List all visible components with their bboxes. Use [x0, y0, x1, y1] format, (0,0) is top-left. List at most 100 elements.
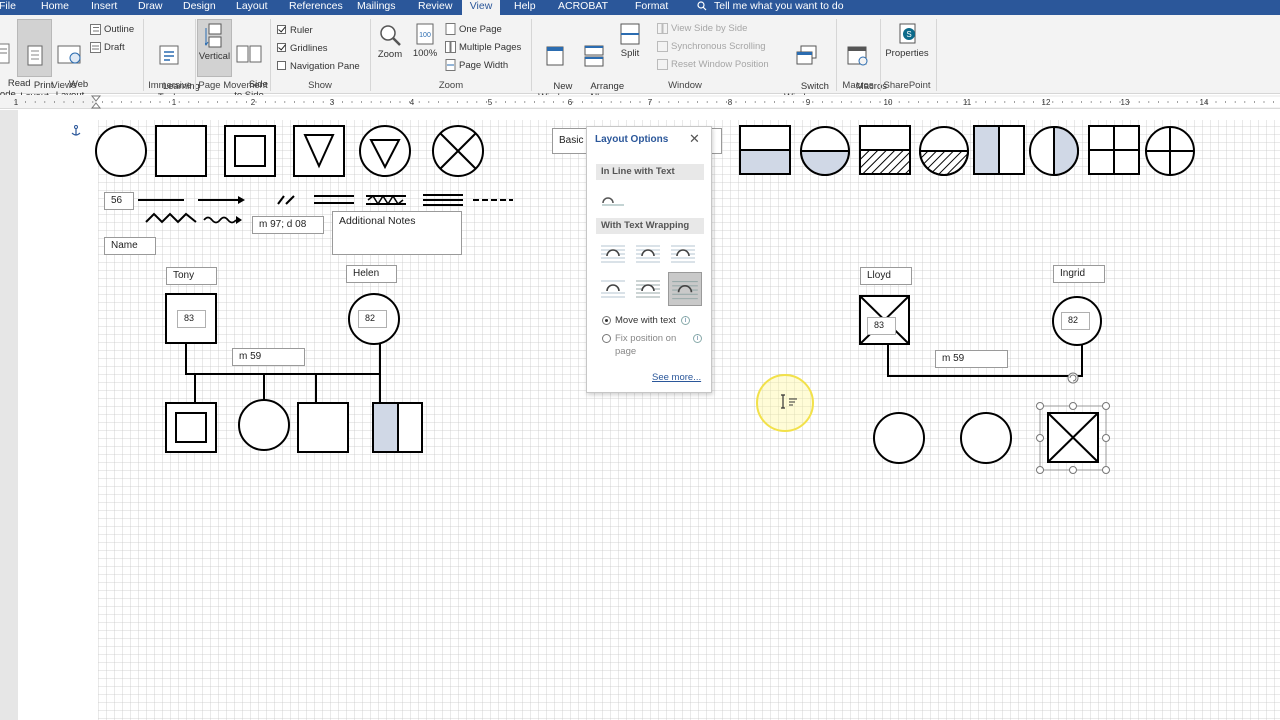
tab-home[interactable]: Home	[36, 0, 74, 15]
tell-me-search[interactable]: Tell me what you want to do	[714, 0, 844, 13]
fix-position-radio[interactable]	[602, 334, 611, 343]
shape-arc	[677, 284, 693, 293]
properties-button[interactable]: S Properties	[884, 22, 930, 59]
tab-insert[interactable]: Insert	[86, 0, 122, 15]
ruler-checkbox[interactable]: Ruler	[277, 24, 313, 38]
tab-mailings[interactable]: Mailings	[352, 0, 401, 15]
shape-arc	[606, 284, 620, 292]
mother-name-helen[interactable]: Helen	[346, 265, 397, 283]
wrap-in-front-option[interactable]	[668, 272, 702, 306]
multiple-pages-label: Multiple Pages	[459, 42, 522, 53]
gridlines-checkbox[interactable]: Gridlines	[277, 42, 328, 56]
sync-scrolling-label: Synchronous Scrolling	[671, 41, 766, 52]
marriage-label-right[interactable]: m 59	[935, 350, 1008, 368]
symbol-fill	[975, 127, 998, 173]
resize-handle	[1036, 402, 1044, 410]
tab-layout[interactable]: Layout	[231, 0, 273, 15]
father-name-tony[interactable]: Tony	[166, 267, 217, 285]
wrap-front-icon	[672, 281, 698, 300]
marriage-legend-box[interactable]: m 97; d 08	[252, 216, 324, 234]
sharepoint-properties-icon: S	[899, 23, 916, 44]
ruler-ticks: 1 1 2 3 4 5 6 7 8 9 10 11 12 13 14	[14, 95, 1280, 109]
wrap-top-bottom-option[interactable]	[598, 275, 628, 301]
ruler-label: Ruler	[290, 25, 313, 36]
one-page-button[interactable]: One Page	[445, 23, 502, 37]
mother-name-ingrid[interactable]: Ingrid	[1053, 265, 1105, 283]
wrap-tight-option[interactable]	[633, 240, 663, 266]
print-layout-icon	[27, 45, 42, 66]
horizontal-ruler[interactable]: 1 1 2 3 4 5 6 7 8 9 10 11 12 13 14	[0, 95, 1280, 109]
tab-acrobat[interactable]: ACROBAT	[553, 0, 613, 15]
page-width-button[interactable]: Page Width	[445, 59, 508, 73]
mother-age-left[interactable]: 82	[358, 310, 387, 328]
split-button[interactable]: Split	[614, 22, 646, 59]
close-icon[interactable]: ✕	[689, 131, 700, 147]
view-side-by-side-button[interactable]: View Side by Side	[657, 22, 747, 36]
print-layout-button[interactable]: Print Layout	[17, 19, 53, 102]
tab-help[interactable]: Help	[509, 0, 541, 15]
tab-view[interactable]: View	[462, 0, 500, 15]
learning-tools-icon	[159, 45, 179, 65]
ruler-number: 5	[488, 98, 493, 107]
reset-window-button[interactable]: Reset Window Position	[657, 58, 769, 72]
age-legend-box[interactable]: 56	[104, 192, 134, 210]
window-group-label: Window	[668, 80, 702, 91]
tab-review[interactable]: Review	[413, 0, 457, 15]
wrap-square-option[interactable]	[598, 240, 628, 266]
anchor-icon[interactable]	[71, 125, 81, 137]
symbol-inner-square	[234, 135, 266, 167]
name-legend-box[interactable]: Name	[104, 237, 156, 255]
father-name-lloyd[interactable]: Lloyd	[860, 267, 912, 285]
vertical-button[interactable]: Vertical	[197, 19, 232, 77]
outline-button[interactable]: Outline	[90, 23, 134, 37]
wrap-inline-icon	[602, 197, 624, 206]
ruler-number: 1	[14, 98, 19, 107]
shape-arc	[602, 197, 614, 204]
mother-age-right[interactable]: 82	[1061, 312, 1090, 330]
properties-label: Properties	[885, 48, 929, 59]
resize-handle	[1036, 466, 1044, 474]
ruler-number: 6	[568, 98, 573, 107]
navigation-pane-checkbox[interactable]: Navigation Pane	[277, 60, 360, 74]
tab-file[interactable]: File	[0, 0, 21, 15]
symbol-square	[155, 125, 207, 177]
father-age-left[interactable]: 83	[177, 310, 206, 328]
move-with-text-radio[interactable]	[602, 316, 611, 325]
info-icon[interactable]: i	[693, 334, 702, 343]
multiple-pages-icon	[445, 41, 456, 54]
show-group-label: Show	[308, 80, 332, 91]
tab-references[interactable]: References	[284, 0, 348, 15]
wrapping-heading: With Text Wrapping	[596, 218, 704, 234]
inline-with-text-option[interactable]	[598, 187, 628, 213]
resize-handle	[1069, 402, 1077, 410]
zoom-button[interactable]: Zoom	[374, 23, 406, 60]
marriage-label-left[interactable]: m 59	[232, 348, 305, 366]
gridlines-label: Gridlines	[290, 43, 328, 54]
wrap-behind-text-option[interactable]	[633, 275, 663, 301]
tab-design[interactable]: Design	[178, 0, 221, 15]
wrap-behind-icon	[636, 280, 660, 298]
layout-options-popup: Layout Options ✕ In Line with Text With …	[586, 126, 712, 393]
read-mode-icon	[0, 43, 10, 64]
ruler-number: 12	[1042, 98, 1051, 107]
tab-draw[interactable]: Draw	[133, 0, 168, 15]
sync-scrolling-button[interactable]: Synchronous Scrolling	[657, 40, 766, 54]
multiple-pages-button[interactable]: Multiple Pages	[445, 41, 521, 55]
view-side-by-side-label: View Side by Side	[671, 23, 748, 34]
web-layout-icon	[57, 45, 81, 64]
symbol-fill	[374, 404, 398, 451]
draft-label: Draft	[104, 42, 125, 53]
navigation-check-icon	[277, 60, 286, 70]
shape-arc	[641, 249, 655, 257]
info-icon[interactable]: i	[681, 316, 690, 325]
zoom-100-label: 100%	[412, 48, 438, 59]
wrap-through-option[interactable]	[668, 240, 698, 266]
zoom-group-label: Zoom	[438, 80, 464, 91]
additional-notes-box[interactable]: Additional Notes	[332, 211, 462, 255]
draft-button[interactable]: Draft	[90, 41, 125, 55]
father-age-right[interactable]: 83	[867, 317, 896, 335]
tab-format[interactable]: Format	[630, 0, 673, 15]
zoom-100-button[interactable]: 100 100%	[410, 22, 440, 59]
group-separator	[531, 19, 532, 91]
see-more-link[interactable]: See more...	[652, 372, 701, 383]
